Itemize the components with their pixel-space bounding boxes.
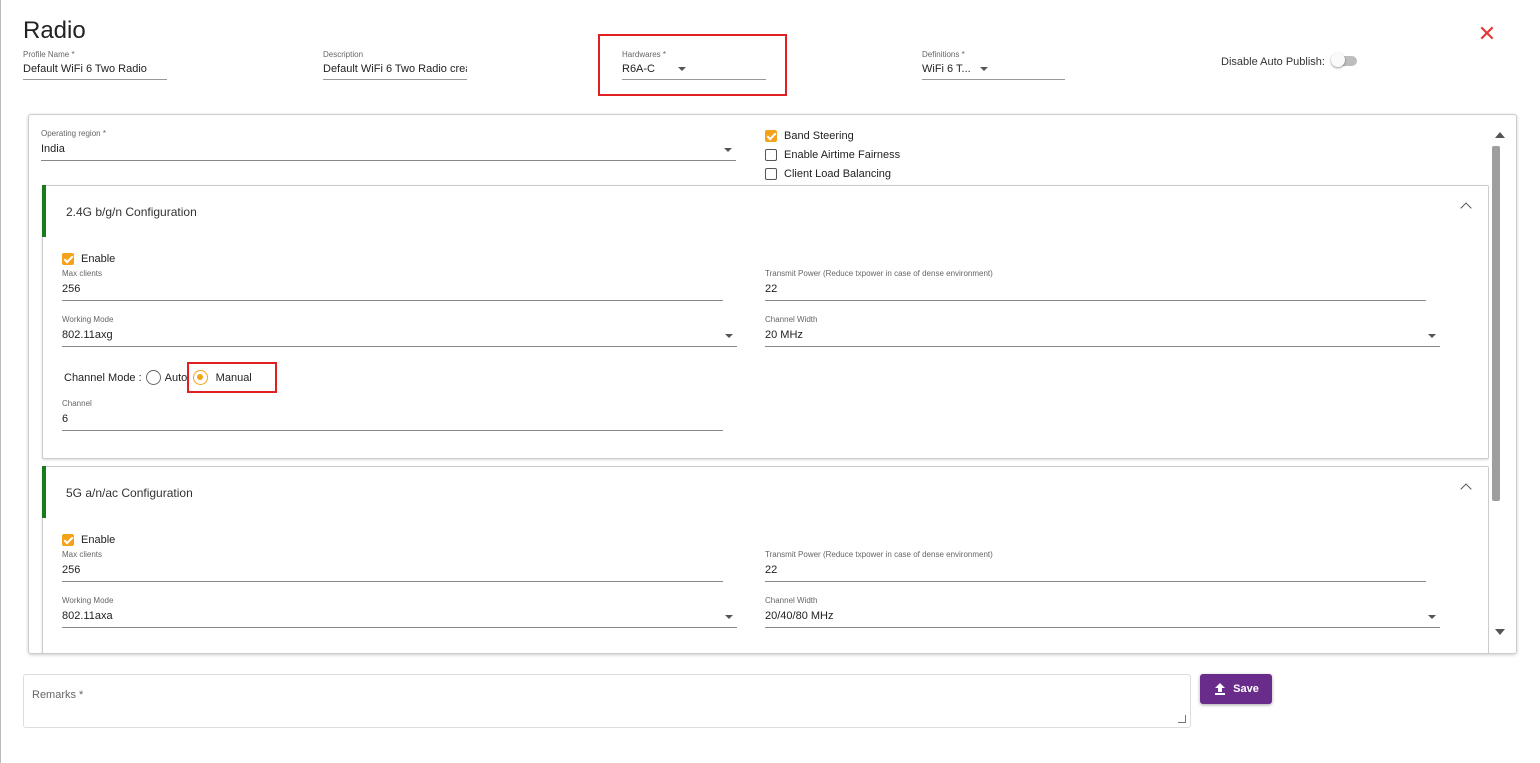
checkbox-checked-icon[interactable] [62, 253, 74, 265]
scroll-down-arrow-icon[interactable] [1495, 629, 1505, 635]
profile-name-field[interactable]: Profile Name * Default WiFi 6 Two Radio [23, 50, 167, 80]
channel-mode-label: Channel Mode : [64, 371, 142, 384]
scroll-area: Operating region * India Band Steering E… [29, 115, 1489, 653]
transmit-power-input[interactable]: 22 [765, 283, 1426, 301]
transmit-power-label: Transmit Power (Reduce txpower in case o… [765, 550, 993, 559]
profile-name-input[interactable]: Default WiFi 6 Two Radio [23, 63, 167, 80]
channel-width-selected: 20 MHz [765, 329, 803, 341]
channel-width-label: Channel Width [765, 596, 818, 605]
working-mode-label: Working Mode [62, 596, 114, 605]
transmit-power-input[interactable]: 22 [765, 564, 1426, 582]
channel-input[interactable]: 6 [62, 413, 723, 431]
transmit-power-label: Transmit Power (Reduce txpower in case o… [765, 269, 993, 278]
chevron-up-icon[interactable] [1460, 202, 1472, 214]
chevron-down-icon[interactable] [725, 615, 733, 619]
definitions-value[interactable]: WiFi 6 T... [922, 63, 1065, 80]
radio-config-panel: Operating region * India Band Steering E… [28, 114, 1517, 654]
chevron-down-icon[interactable] [725, 334, 733, 338]
operating-region-value[interactable]: India [41, 143, 736, 161]
band-5g-enable-label: Enable [81, 534, 116, 546]
channel-width-label: Channel Width [765, 315, 818, 324]
working-mode-selected: 802.11axg [62, 329, 113, 341]
section-accent-bar [42, 466, 46, 518]
working-mode-label: Working Mode [62, 315, 114, 324]
max-clients-label: Max clients [62, 269, 103, 278]
band-5g-max-clients-field[interactable]: Max clients 256 [62, 550, 723, 582]
operating-region-select[interactable]: Operating region * India [41, 129, 736, 161]
upload-icon [1215, 683, 1226, 695]
toggle-thumb[interactable] [1331, 53, 1345, 67]
operating-region-label: Operating region * [41, 129, 106, 138]
dialog-title: Radio [23, 17, 86, 44]
checkbox-unchecked-icon[interactable] [765, 149, 777, 161]
section-accent-bar [42, 185, 46, 237]
definitions-selected: WiFi 6 T... [922, 63, 971, 75]
load-balancing-label: Client Load Balancing [784, 168, 892, 180]
chevron-down-icon[interactable] [979, 67, 988, 72]
band-24g-working-mode-select[interactable]: Working Mode 802.11axg [62, 315, 737, 347]
band-steering-checkbox[interactable]: Band Steering [765, 130, 854, 142]
channel-label: Channel [62, 399, 92, 408]
scroll-up-arrow-icon[interactable] [1495, 132, 1505, 138]
working-mode-value[interactable]: 802.11axg [62, 329, 737, 347]
highlight-box-hardwares [598, 34, 787, 96]
remarks-textarea[interactable]: Remarks * [23, 674, 1191, 728]
highlight-box-manual [187, 362, 277, 393]
resize-grip-icon[interactable] [1178, 715, 1186, 723]
airtime-fairness-checkbox[interactable]: Enable Airtime Fairness [765, 149, 900, 161]
description-field[interactable]: Description Default WiFi 6 Two Radio cre… [323, 50, 467, 80]
band-5g-working-mode-select[interactable]: Working Mode 802.11axa [62, 596, 737, 628]
channel-width-value[interactable]: 20/40/80 MHz [765, 610, 1440, 628]
channel-width-value[interactable]: 20 MHz [765, 329, 1440, 347]
chevron-down-icon[interactable] [724, 148, 732, 152]
scrollbar-thumb[interactable] [1492, 146, 1500, 501]
band-24g-max-clients-field[interactable]: Max clients 256 [62, 269, 723, 301]
band-24g-transmit-power-field[interactable]: Transmit Power (Reduce txpower in case o… [765, 269, 1426, 301]
load-balancing-checkbox[interactable]: Client Load Balancing [765, 168, 891, 180]
band-5g-enable-checkbox[interactable]: Enable [62, 534, 115, 546]
profile-name-label: Profile Name * [23, 50, 75, 59]
working-mode-value[interactable]: 802.11axa [62, 610, 737, 628]
band-24g-channel-field[interactable]: Channel 6 [62, 399, 723, 431]
radio-auto[interactable] [145, 370, 161, 385]
save-button[interactable]: Save [1200, 674, 1272, 704]
checkbox-unchecked-icon[interactable] [765, 168, 777, 180]
band-24g-channel-width-select[interactable]: Channel Width 20 MHz [765, 315, 1440, 347]
auto-publish-toggle[interactable] [1331, 53, 1359, 67]
checkbox-checked-icon[interactable] [62, 534, 74, 546]
save-label: Save [1233, 683, 1259, 695]
band-5g-card: 5G a/n/ac Configuration Enable Max clien… [42, 466, 1489, 653]
max-clients-input[interactable]: 256 [62, 564, 723, 582]
band-24g-enable-label: Enable [81, 253, 116, 265]
airtime-fairness-label: Enable Airtime Fairness [784, 149, 901, 161]
description-label: Description [323, 50, 364, 59]
operating-region-selected: India [41, 143, 65, 155]
max-clients-label: Max clients [62, 550, 103, 559]
radio-dialog: Radio ✕ Profile Name * Default WiFi 6 Tw… [0, 0, 1540, 763]
vertical-scrollbar[interactable] [1491, 115, 1516, 653]
radio-auto-label[interactable]: Auto [165, 372, 187, 384]
max-clients-input[interactable]: 256 [62, 283, 723, 301]
band-24g-card: 2.4G b/g/n Configuration Enable Max clie… [42, 185, 1489, 459]
band-steering-label: Band Steering [784, 130, 854, 142]
chevron-up-icon[interactable] [1460, 483, 1472, 495]
remarks-placeholder: Remarks * [32, 689, 84, 701]
channel-width-selected: 20/40/80 MHz [765, 610, 834, 622]
definitions-select[interactable]: Definitions * WiFi 6 T... [922, 50, 1065, 80]
close-icon[interactable]: ✕ [1477, 23, 1497, 45]
band-24g-title: 2.4G b/g/n Configuration [66, 205, 197, 219]
band-5g-channel-width-select[interactable]: Channel Width 20/40/80 MHz [765, 596, 1440, 628]
chevron-down-icon[interactable] [1428, 615, 1436, 619]
checkbox-checked-icon[interactable] [765, 130, 777, 142]
working-mode-selected: 802.11axa [62, 610, 113, 622]
band-24g-enable-checkbox[interactable]: Enable [62, 253, 115, 265]
description-input[interactable]: Default WiFi 6 Two Radio crea [323, 63, 467, 80]
chevron-down-icon[interactable] [1428, 334, 1436, 338]
band-5g-title: 5G a/n/ac Configuration [66, 486, 193, 500]
band-5g-transmit-power-field[interactable]: Transmit Power (Reduce txpower in case o… [765, 550, 1426, 582]
definitions-label: Definitions * [922, 50, 965, 59]
auto-publish-label: Disable Auto Publish: [1221, 56, 1325, 68]
